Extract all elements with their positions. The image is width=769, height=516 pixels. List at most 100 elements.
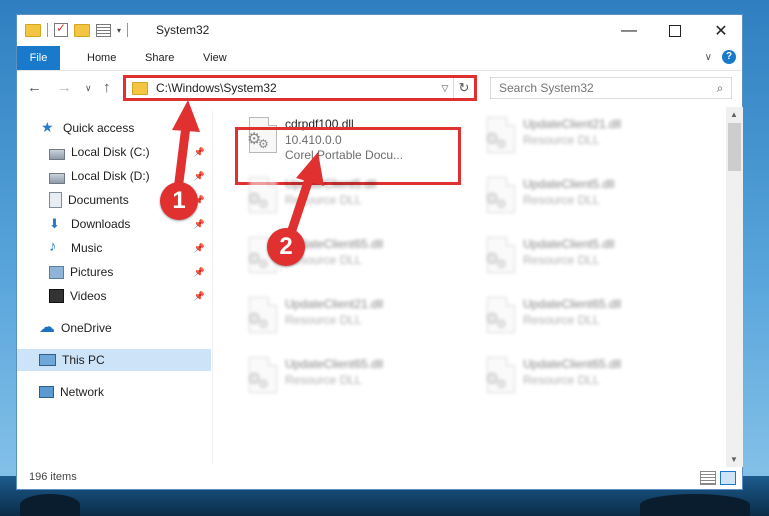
dll-file-icon: ⚙ ⚙ <box>481 177 517 221</box>
file-tile[interactable]: ⚙ ⚙ UpdateClient21.dll Resource DLL <box>237 291 462 343</box>
file-tile[interactable]: ⚙ ⚙ UpdateClient5.dll Resource DLL <box>475 231 700 283</box>
sidebar-item-label: Quick access <box>63 121 135 135</box>
file-type: Resource DLL <box>523 133 600 147</box>
sidebar-item-label: Music <box>71 241 103 255</box>
title-bar: ▾ System32 — ✕ <box>17 15 742 46</box>
file-tile[interactable]: ⚙ ⚙ UpdateClient5.dll Resource DLL <box>237 171 462 223</box>
file-name: UpdateClient21.dll <box>285 297 384 311</box>
file-name: UpdateClient5.dll <box>285 177 377 191</box>
new-folder-icon[interactable] <box>74 23 90 37</box>
palm-silhouette <box>640 494 750 516</box>
sidebar-item-label: Downloads <box>71 217 131 231</box>
pin-icon[interactable]: 📌 <box>194 171 205 182</box>
file-tile[interactable]: ⚙ ⚙ UpdateClient65.dll Resource DLL <box>237 351 462 403</box>
drive-icon <box>49 172 65 184</box>
minimize-button[interactable]: — <box>606 15 652 46</box>
video-icon <box>49 289 64 303</box>
dll-file-icon: ⚙ ⚙ <box>481 297 517 341</box>
pin-icon[interactable]: 📌 <box>194 243 205 254</box>
file-type: Resource DLL <box>523 313 600 327</box>
scroll-down-icon[interactable]: ▼ <box>730 455 738 464</box>
file-name: UpdateClient21.dll <box>523 117 622 131</box>
customize-toolbar-icon[interactable]: ▾ <box>117 26 121 35</box>
computer-icon <box>39 354 56 366</box>
sidebar-item-quick-access[interactable]: Quick access <box>17 117 211 139</box>
details-view-icon[interactable] <box>700 471 716 485</box>
documents-icon <box>49 192 62 208</box>
pin-icon[interactable]: 📌 <box>194 267 205 278</box>
file-type: Resource DLL <box>285 193 362 207</box>
sidebar-item-network[interactable]: Network <box>17 381 211 403</box>
file-tile[interactable]: ⚙ ⚙ UpdateClient65.dll Resource DLL <box>475 291 700 343</box>
maximize-button[interactable] <box>652 15 698 46</box>
ribbon-tabs: File Home Share View ∨ ? <box>17 46 742 71</box>
cloud-icon <box>39 317 55 337</box>
quick-access-toolbar: ▾ <box>25 21 129 37</box>
file-tile[interactable]: ⚙ ⚙ UpdateClient21.dll Resource DLL <box>475 111 700 163</box>
pin-icon[interactable]: 📌 <box>194 147 205 158</box>
toolbar-separator <box>127 23 129 37</box>
scrollbar-thumb[interactable] <box>728 123 741 171</box>
file-name: UpdateClient65.dll <box>523 297 622 311</box>
music-icon <box>49 238 65 255</box>
scroll-up-icon[interactable]: ▲ <box>730 110 738 119</box>
forward-arrow-icon[interactable]: → <box>57 79 72 96</box>
file-tile[interactable]: ⚙ ⚙ UpdateClient65.dll Resource DLL <box>475 351 700 403</box>
dll-file-icon: ⚙ ⚙ <box>481 117 517 161</box>
tab-file[interactable]: File <box>17 46 60 70</box>
file-type: Resource DLL <box>285 313 362 327</box>
address-bar-highlight <box>123 75 477 101</box>
expand-ribbon-chevron-icon[interactable]: ∨ <box>705 52 712 63</box>
sidebar-item-label: Local Disk (D:) <box>71 169 150 183</box>
file-explorer-window: ▾ System32 — ✕ File Home Share View ∨ ? … <box>16 14 743 490</box>
dll-file-icon: ⚙ ⚙ <box>481 237 517 281</box>
sidebar-item-onedrive[interactable]: OneDrive <box>17 317 211 339</box>
up-arrow-icon[interactable]: ↑ <box>103 79 111 96</box>
sidebar-item-videos[interactable]: Videos 📌 <box>17 285 211 307</box>
help-icon[interactable]: ? <box>722 50 736 64</box>
properties-icon[interactable] <box>96 23 111 37</box>
pin-icon[interactable]: 📌 <box>194 219 205 230</box>
vertical-scrollbar[interactable]: ▲ ▼ <box>726 107 743 467</box>
properties-check-icon[interactable] <box>54 21 68 37</box>
tab-home[interactable]: Home <box>73 46 130 70</box>
sidebar-item-label: Network <box>60 385 105 399</box>
search-icon[interactable]: ⌕ <box>709 81 731 96</box>
large-icons-view-icon[interactable] <box>720 471 736 485</box>
download-icon <box>49 216 65 232</box>
pin-icon[interactable]: 📌 <box>194 291 205 302</box>
dll-file-icon: ⚙ ⚙ <box>481 357 517 401</box>
tab-share[interactable]: Share <box>131 46 188 70</box>
address-row: ← → ∨ ↑ C:\Windows\System32 ▽ ↻ ⌕ <box>17 71 742 105</box>
tab-view[interactable]: View <box>189 46 241 70</box>
sidebar-item-label: Documents <box>68 193 129 207</box>
sidebar-item-label: Pictures <box>70 265 114 279</box>
file-list: ⚙ ⚙ cdrpdf100.dll 10.410.0.0 Corel Portab… <box>213 107 726 467</box>
navigation-pane: Quick access Local Disk (C:) 📌 Local Dis… <box>17 111 212 464</box>
sidebar-item-label: OneDrive <box>61 321 112 335</box>
sidebar-item-this-pc[interactable]: This PC <box>17 349 211 371</box>
file-name: UpdateClient65.dll <box>285 357 384 371</box>
file-name: UpdateClient65.dll <box>523 357 622 371</box>
search-box[interactable]: ⌕ <box>490 77 732 99</box>
sidebar-item-music[interactable]: Music 📌 <box>17 237 211 259</box>
maximize-icon <box>669 24 681 37</box>
sidebar-item-pictures[interactable]: Pictures 📌 <box>17 261 211 283</box>
close-button[interactable]: ✕ <box>698 15 744 46</box>
file-type: Resource DLL <box>523 253 600 267</box>
pictures-icon <box>49 265 64 279</box>
folder-icon <box>25 23 41 37</box>
recent-locations-chevron-icon[interactable]: ∨ <box>85 83 92 94</box>
back-arrow-icon[interactable]: ← <box>27 79 42 96</box>
palm-silhouette <box>20 494 80 516</box>
search-input[interactable] <box>497 80 709 96</box>
item-count: 196 items <box>29 471 77 483</box>
dll-file-icon: ⚙ ⚙ <box>243 177 279 221</box>
file-tile[interactable]: ⚙ ⚙ UpdateClient5.dll Resource DLL <box>475 171 700 223</box>
step-badge-1: 1 <box>160 182 198 220</box>
sidebar-item-label: This PC <box>62 353 105 367</box>
file-type: Resource DLL <box>523 373 600 387</box>
file-type: Resource DLL <box>523 193 600 207</box>
sidebar-item-local-disk-c[interactable]: Local Disk (C:) 📌 <box>17 141 211 163</box>
sidebar-item-label: Local Disk (C:) <box>71 145 150 159</box>
